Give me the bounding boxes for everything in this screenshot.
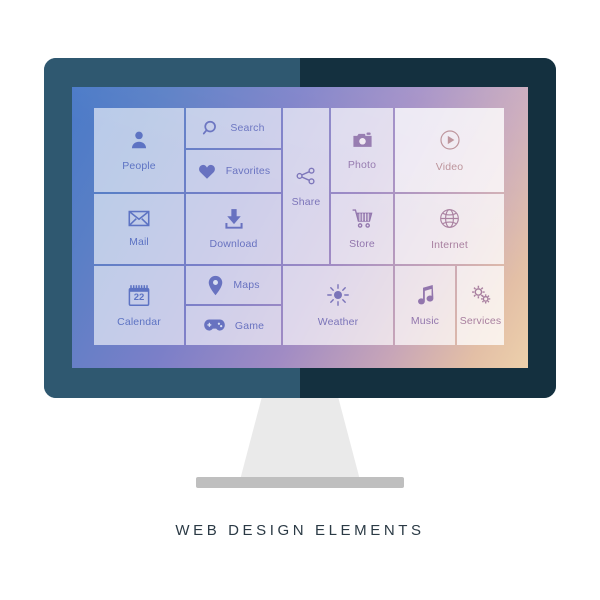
tile-label: People [122,159,156,172]
tile-label: Share [291,195,321,208]
tile-label: Maps [233,279,260,291]
tile-label: Internet [431,239,468,251]
tile-share[interactable]: Share [283,108,329,264]
envelope-icon [128,210,150,227]
tile-label: Mail [129,236,149,248]
tile-store[interactable]: Store [331,194,393,264]
tile-label: Game [234,319,265,332]
tile-favorites[interactable]: Favorites [186,150,281,192]
tile-game[interactable]: Game [186,306,281,345]
tile-label: Services [459,315,502,327]
tile-label: Store [349,238,375,250]
calendar-icon: 22 [127,284,151,307]
tile-label: Photo [347,158,377,171]
map-pin-icon [207,275,224,296]
globe-icon [438,207,461,230]
tile-maps[interactable]: Maps [186,266,281,304]
tile-internet[interactable]: Internet [395,194,504,264]
heart-icon [197,162,217,181]
tile-label: Search [230,122,265,134]
camera-icon [351,130,374,150]
magnifier-icon [202,119,221,138]
share-nodes-icon [295,165,317,187]
play-circle-icon [438,128,462,152]
tile-weather[interactable]: Weather [283,266,393,345]
tile-calendar[interactable]: 22 Calendar [94,266,184,345]
tile-label: Weather [317,316,359,328]
download-icon [223,208,245,229]
tile-search[interactable]: Search [186,108,281,148]
monitor-device: People Search Favorites Share Photo Vide… [44,58,556,398]
tile-label: Download [209,238,258,250]
tile-label: Video [435,160,464,173]
tile-label: Music [410,315,440,327]
monitor-stand-neck [240,398,360,480]
tile-people[interactable]: People [94,108,184,192]
tile-video[interactable]: Video [395,108,504,192]
gears-icon [469,284,492,306]
tile-download[interactable]: Download [186,194,281,264]
music-note-icon [416,284,435,306]
gamepad-icon [203,318,226,333]
monitor-screen: People Search Favorites Share Photo Vide… [72,87,528,368]
app-tile-grid: People Search Favorites Share Photo Vide… [94,108,504,345]
tile-photo[interactable]: Photo [331,108,393,192]
monitor-stand-base [196,477,404,488]
tile-label: Favorites [225,165,271,177]
tile-services[interactable]: Services [457,266,504,345]
page-title: WEB DESIGN ELEMENTS [175,522,425,539]
calendar-day-badge: 22 [133,291,145,303]
shopping-cart-icon [351,208,374,229]
tile-mail[interactable]: Mail [94,194,184,264]
tile-music[interactable]: Music [395,266,455,345]
tile-label: Calendar [117,315,161,328]
person-icon [128,129,150,151]
sun-icon [326,283,350,307]
